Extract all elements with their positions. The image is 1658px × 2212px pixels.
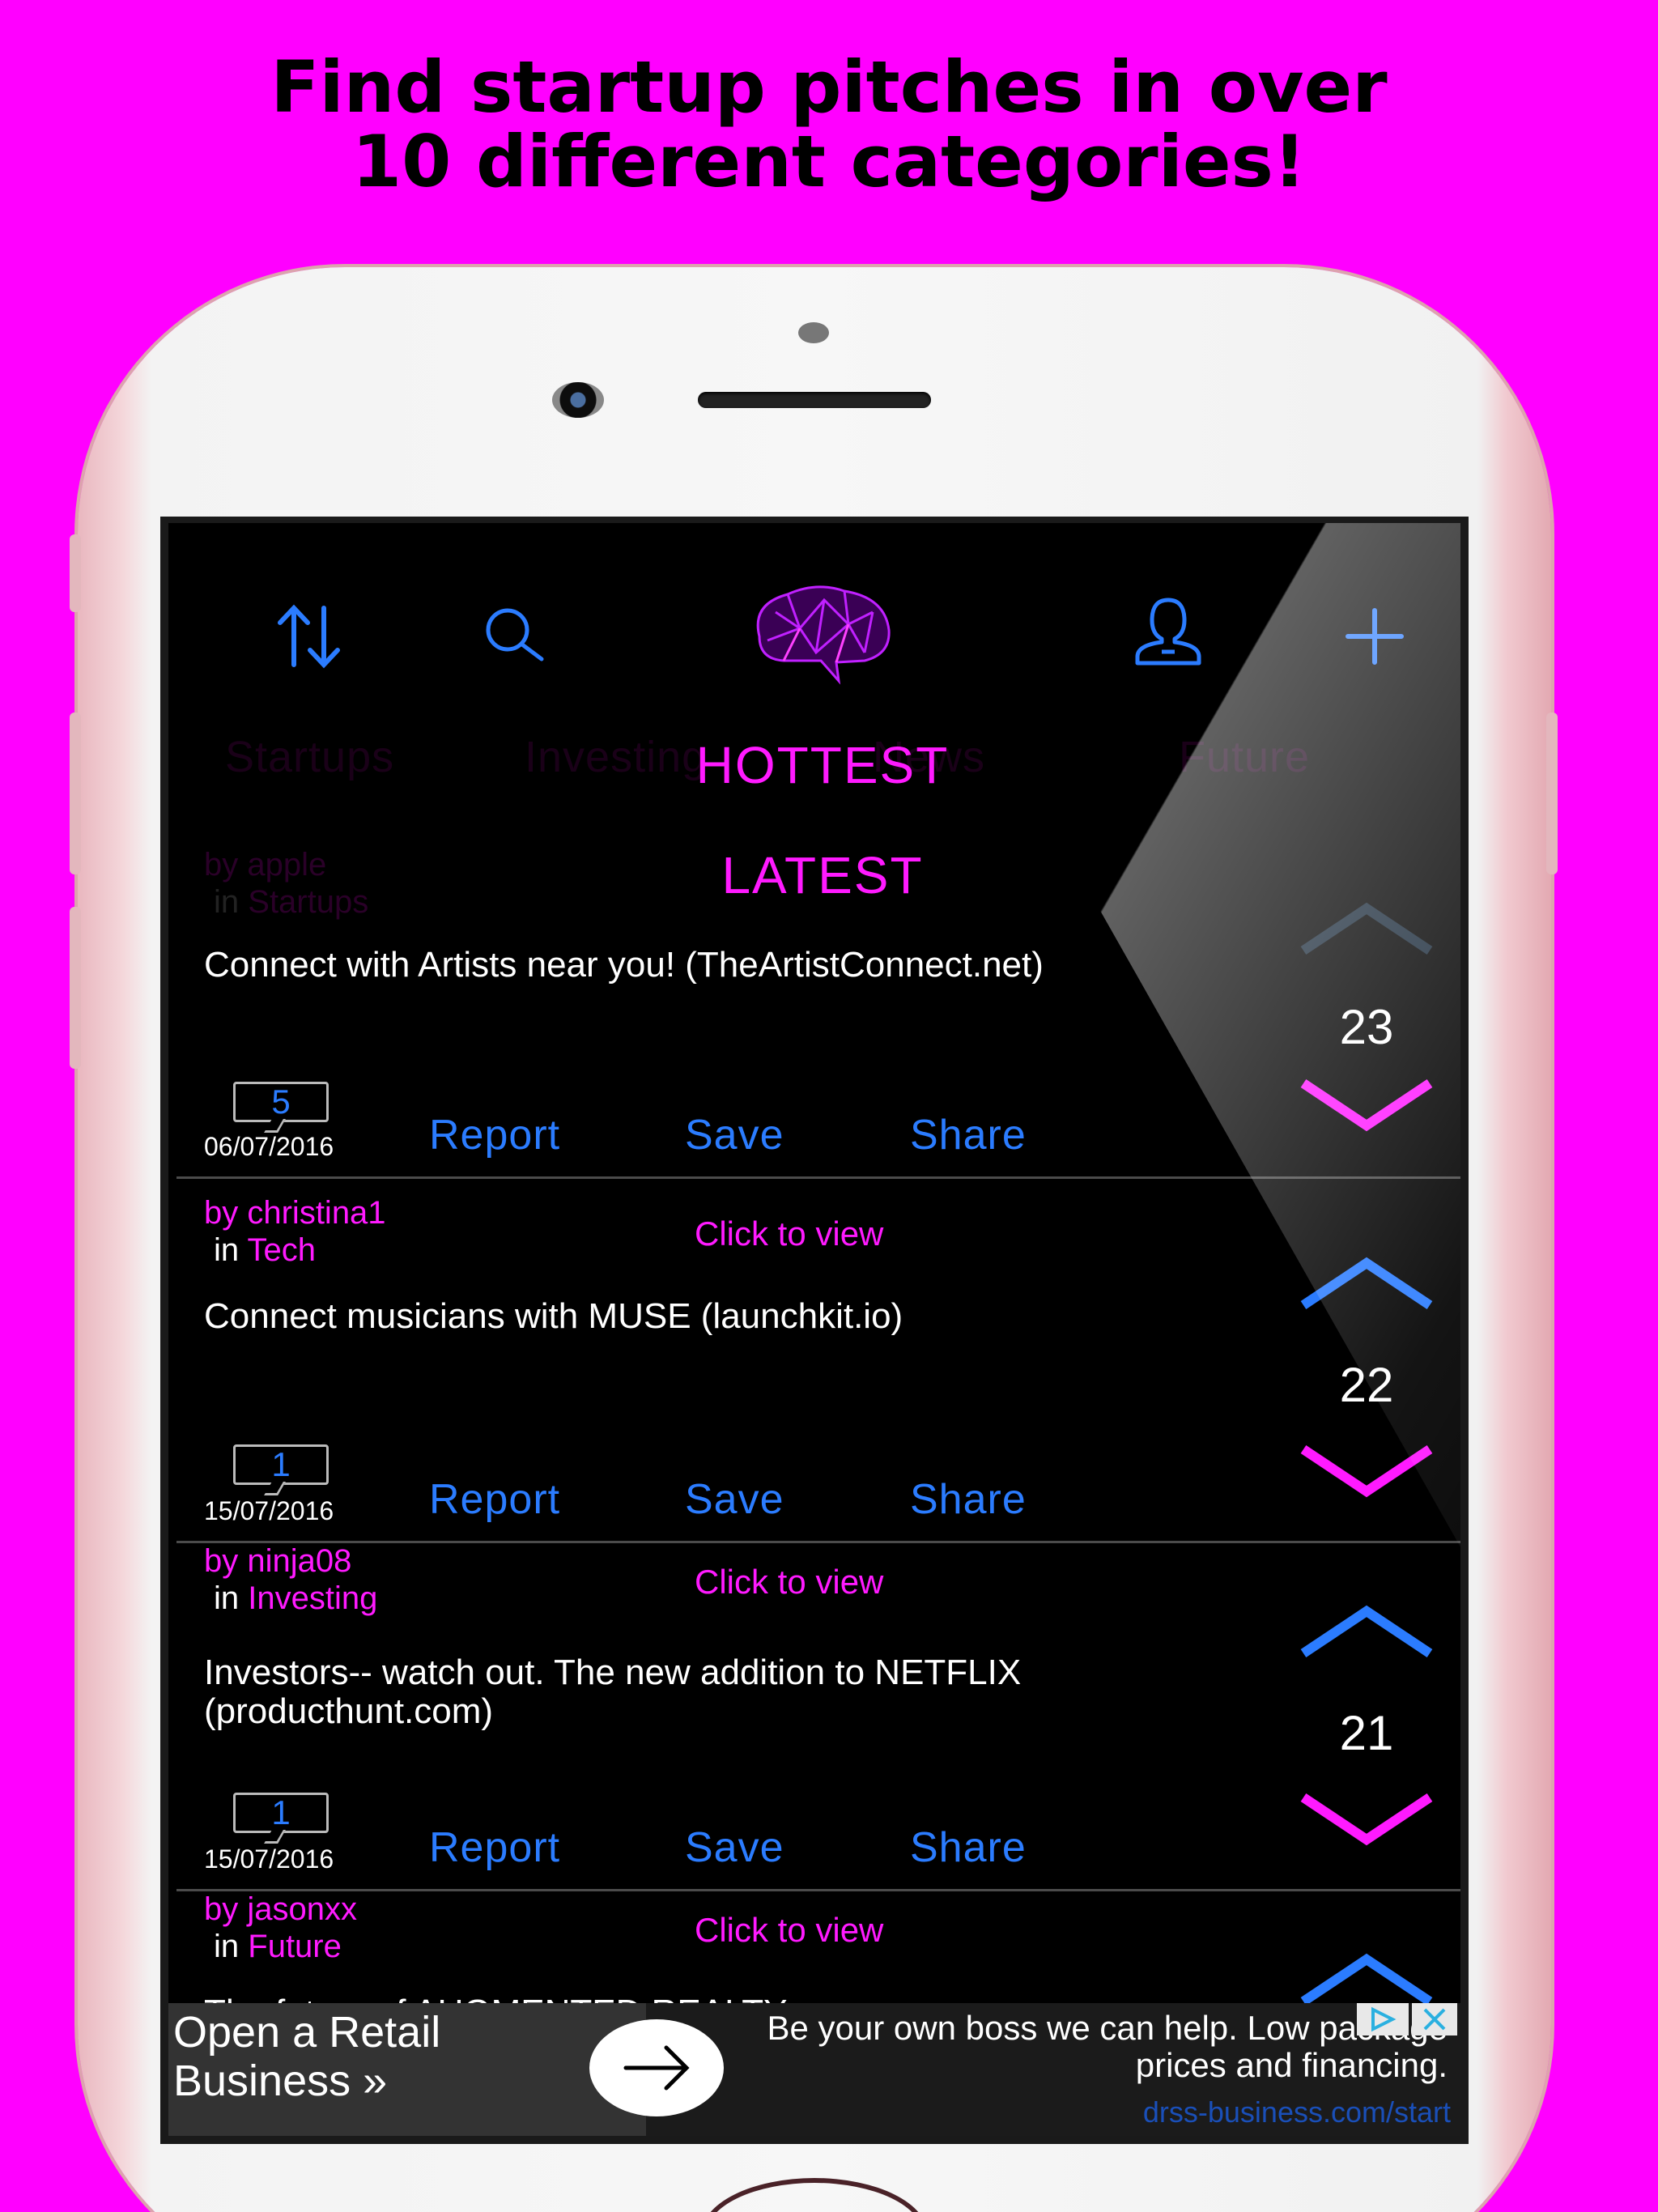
share-button[interactable]: Share [910, 1111, 1027, 1159]
ad-body-text[interactable]: Be your own boss we can help. Low packag… [751, 2010, 1448, 2084]
sort-latest-option[interactable]: LATEST [168, 845, 1460, 905]
upvote-chevron-icon[interactable] [1294, 1600, 1439, 1669]
share-button[interactable]: Share [910, 1823, 1027, 1872]
report-button[interactable]: Report [429, 1111, 560, 1159]
search-icon[interactable] [480, 604, 553, 673]
post-category-line: in Future [214, 1929, 342, 1964]
comment-count-badge[interactable]: 1 [233, 1444, 329, 1485]
profile-icon[interactable] [1128, 592, 1209, 677]
promo-headline: Find startup pitches in over 10 differen… [0, 50, 1658, 199]
post-title[interactable]: Connect musicians with MUSE (launchkit.i… [204, 1297, 1256, 1336]
post-card[interactable]: by christina1 in Tech Click to view Conn… [176, 1195, 1460, 1543]
post-category[interactable]: Future [248, 1929, 342, 1964]
post-author[interactable]: by ninja08 [204, 1543, 351, 1580]
click-to-view-link[interactable]: Click to view [695, 1911, 883, 1950]
save-button[interactable]: Save [685, 1475, 784, 1524]
plus-icon[interactable] [1338, 604, 1411, 673]
post-date: 15/07/2016 [204, 1496, 334, 1525]
vote-score: 21 [1339, 1706, 1394, 1760]
earpiece-speaker [698, 392, 931, 408]
proximity-sensor [798, 322, 829, 343]
volume-down-button [70, 907, 81, 1069]
click-to-view-link[interactable]: Click to view [695, 1563, 883, 1602]
promo-line-1: Find startup pitches in over [270, 45, 1388, 129]
save-button[interactable]: Save [685, 1111, 784, 1159]
sort-arrows-icon[interactable] [266, 600, 355, 677]
post-title[interactable]: Connect with Artists near you! (TheArtis… [204, 946, 1256, 985]
post-author[interactable]: by jasonxx [204, 1891, 357, 1928]
comment-count-badge[interactable]: 5 [233, 1082, 329, 1122]
post-date: 15/07/2016 [204, 1844, 334, 1874]
share-button[interactable]: Share [910, 1475, 1027, 1524]
click-to-view-link[interactable]: Click to view [695, 1214, 883, 1253]
ad-headline[interactable]: Open a Retail Business » [173, 2008, 627, 2105]
front-camera [552, 382, 604, 418]
report-button[interactable]: Report [429, 1823, 560, 1872]
post-category[interactable]: Tech [248, 1232, 317, 1268]
app-screen: Startups Investing News Future HOTTEST L… [160, 517, 1469, 2144]
ad-close-icon[interactable] [1412, 2003, 1457, 2035]
vote-score: 22 [1339, 1358, 1394, 1412]
upvote-chevron-icon[interactable] [1294, 1252, 1439, 1321]
power-button [1546, 713, 1558, 874]
brain-logo-icon[interactable] [743, 580, 897, 689]
sort-hottest-option[interactable]: HOTTEST [168, 735, 1460, 795]
promo-line-2: 10 different categories! [351, 120, 1307, 203]
volume-up-button [70, 713, 81, 874]
post-category[interactable]: Investing [248, 1580, 377, 1616]
downvote-chevron-icon[interactable] [1294, 1786, 1439, 1855]
ad-banner[interactable]: Open a Retail Business » Be your own bos… [168, 2003, 1460, 2136]
post-category-line: in Tech [214, 1232, 317, 1268]
vote-score: 23 [1339, 1000, 1394, 1054]
post-author[interactable]: by christina1 [204, 1195, 386, 1231]
post-title[interactable]: Investors-- watch out. The new addition … [204, 1653, 1143, 1731]
comment-count-badge[interactable]: 1 [233, 1793, 329, 1833]
downvote-chevron-icon[interactable] [1294, 1072, 1439, 1141]
downvote-chevron-icon[interactable] [1294, 1438, 1439, 1507]
post-date: 06/07/2016 [204, 1132, 334, 1161]
post-card[interactable]: by ninja08 in Investing Click to view In… [176, 1543, 1460, 1891]
post-category-line: in Investing [214, 1580, 378, 1616]
ad-arrow-button[interactable] [589, 2019, 724, 2116]
ad-url[interactable]: drss-business.com/start [1143, 2095, 1451, 2129]
save-button[interactable]: Save [685, 1823, 784, 1872]
upvote-chevron-icon[interactable] [1294, 897, 1439, 966]
ad-info-icon[interactable] [1357, 2003, 1409, 2035]
report-button[interactable]: Report [429, 1475, 560, 1524]
mute-switch [70, 534, 81, 612]
